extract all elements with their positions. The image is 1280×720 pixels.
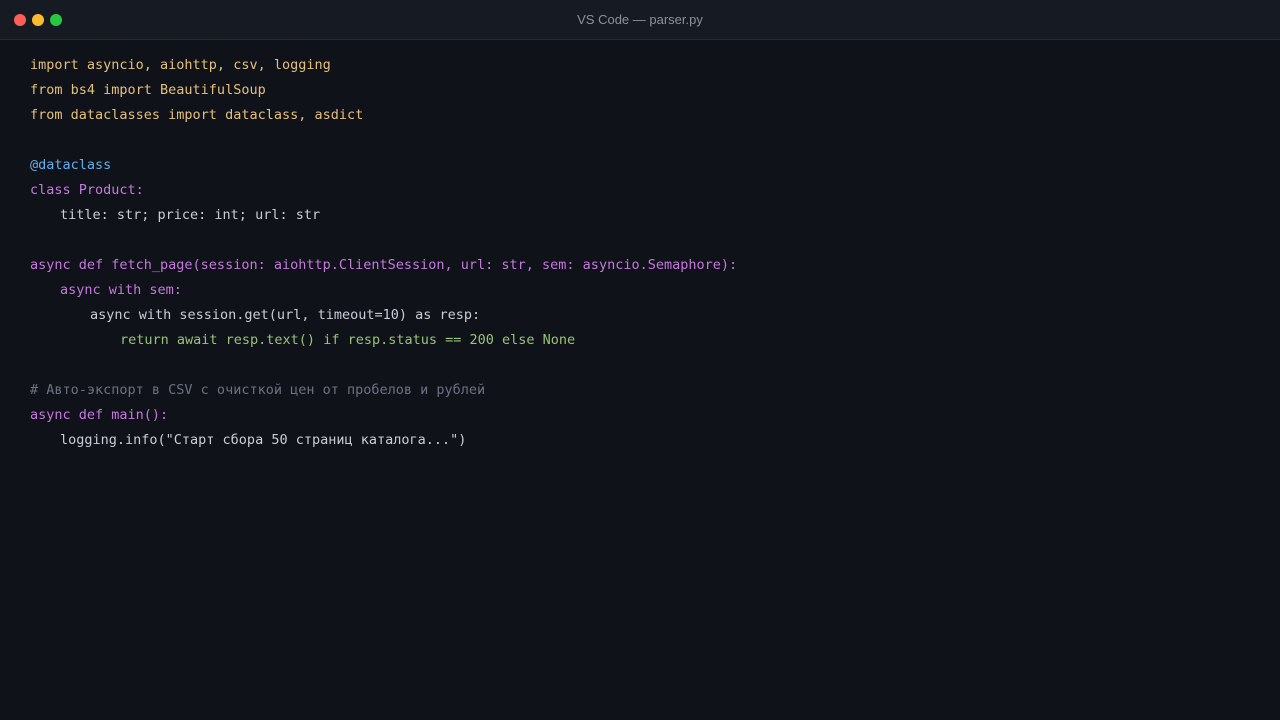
- code-line[interactable]: [30, 228, 1280, 253]
- code-line[interactable]: @dataclass: [30, 153, 1280, 178]
- editor-window: VS Code — parser.py import asyncio, aioh…: [0, 0, 1280, 720]
- code-line[interactable]: [30, 128, 1280, 153]
- code-line[interactable]: title: str; price: int; url: str: [30, 203, 1280, 228]
- code-editor[interactable]: import asyncio, aiohttp, csv, logging fr…: [0, 40, 1280, 453]
- code-line[interactable]: logging.info("Старт сбора 50 страниц кат…: [30, 428, 1280, 453]
- code-line[interactable]: async def fetch_page(session: aiohttp.Cl…: [30, 253, 1280, 278]
- title-bar: VS Code — parser.py: [0, 0, 1280, 40]
- code-comment-line[interactable]: # Авто-экспорт в CSV с очисткой цен от п…: [30, 378, 1280, 403]
- code-line[interactable]: return await resp.text() if resp.status …: [30, 328, 1280, 353]
- window-title: VS Code — parser.py: [577, 12, 703, 27]
- code-line[interactable]: class Product:: [30, 178, 1280, 203]
- code-line[interactable]: import asyncio, aiohttp, csv, logging: [30, 53, 1280, 78]
- code-line[interactable]: from dataclasses import dataclass, asdic…: [30, 103, 1280, 128]
- code-line[interactable]: async with sem:: [30, 278, 1280, 303]
- code-line[interactable]: async with session.get(url, timeout=10) …: [30, 303, 1280, 328]
- code-line[interactable]: async def main():: [30, 403, 1280, 428]
- code-line[interactable]: [30, 353, 1280, 378]
- code-line[interactable]: from bs4 import BeautifulSoup: [30, 78, 1280, 103]
